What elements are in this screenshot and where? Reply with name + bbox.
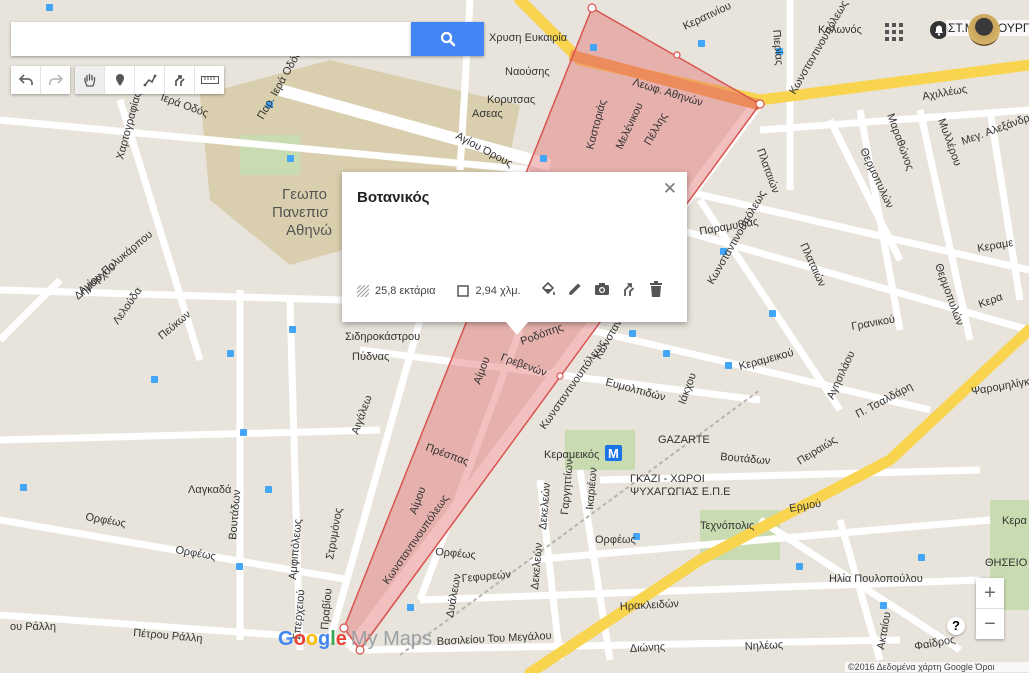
undo-button[interactable] [11,66,41,94]
popup-title: Βοτανικός [357,189,430,206]
draw-line-button[interactable] [135,66,165,94]
directions-icon [624,283,635,296]
popup-actions [540,281,664,297]
measure-button[interactable] [195,66,224,94]
directions-button[interactable] [621,281,637,297]
map-canvas[interactable]: Χρυση Ευκαιρία Ναούσης Κορυτσας Ασεας Αγ… [0,0,1029,673]
zoom-out-button[interactable]: − [976,609,1004,639]
popup-measurements: 25,8 εκτάρια 2,94 χλμ. [357,285,521,297]
perimeter-value: 2,94 χλμ. [475,285,521,297]
street-label: Κερα [1002,515,1027,527]
street-label: Πύδνας [352,351,389,363]
place-label: Κεραμεικός [544,449,599,461]
search-icon [440,31,455,47]
feature-info-popup: Βοτανικός ✕ 25,8 εκτάρια 2,94 χλμ. [342,172,687,322]
place-label: ΘΗΣΕΙΟ [985,557,1028,569]
directions-icon [174,75,185,86]
delete-button[interactable] [648,281,664,297]
avatar[interactable] [968,14,1000,46]
zoom-control: + − [976,578,1004,639]
edit-icon [569,283,581,295]
street-label: Ασεας [472,108,503,120]
street-label: Χρυση Ευκαιρία [489,32,568,44]
map-attribution[interactable]: ©2016 Δεδομένα χάρτη Google Όροι [845,662,1029,672]
draw-line-icon [143,74,156,87]
close-icon[interactable]: ✕ [663,180,677,198]
street-label: ου Ράλλη [10,621,56,633]
place-label: ΓΚΑΖΙ - ΧΩΡΟΙ [630,473,705,485]
perimeter-icon [457,285,470,297]
street-label: Νηλέως [745,639,784,653]
street-label: Σιδηροκάστρου [345,331,420,343]
fill-style-icon [541,281,555,295]
pan-tool-button[interactable] [75,66,105,94]
search-button[interactable] [411,22,484,56]
district-label: Αθηνώ [286,222,332,239]
street-label: Λαγκαδά [188,484,232,496]
map-toolbar [11,66,224,94]
street-label: Κορυτσας [487,94,535,106]
district-label: Γεωπο [282,186,327,203]
street-label: Ορφέως [595,534,636,546]
marker-icon [115,74,124,86]
street-label: Ηλία Πουλοπούλου [829,573,923,585]
place-label: Τεχνόπολις [700,520,754,532]
style-button[interactable] [540,281,556,297]
google-my-maps-logo: Google My Maps [278,628,433,650]
add-photo-button[interactable] [594,281,610,297]
area-icon [357,285,369,297]
metro-label: M [608,446,619,461]
apps-icon[interactable] [884,22,904,42]
search-input[interactable] [11,22,411,56]
add-marker-button[interactable] [105,66,135,94]
street-label: Διώνης [630,641,666,655]
street-label: Ναούσης [505,66,550,78]
area-value: 25,8 εκτάρια [375,285,436,297]
ruler-icon [200,76,219,84]
edit-button[interactable] [567,281,583,297]
directions-button[interactable] [165,66,195,94]
popup-tail [505,321,529,335]
place-label: Κολωνός [818,24,862,36]
zoom-in-button[interactable]: + [976,578,1004,608]
district-label: Πανεπισ [272,204,329,221]
camera-icon [595,283,609,295]
redo-button[interactable] [41,66,70,94]
redo-icon [48,74,63,85]
hand-icon [83,73,95,87]
delete-icon [650,281,662,297]
place-label: GAZARTE [658,434,710,446]
undo-icon [18,74,33,85]
place-label: ΨΥΧΑΓΩΓΙΑΣ Ε.Π.Ε [630,486,731,498]
help-button[interactable]: ? [947,617,965,635]
